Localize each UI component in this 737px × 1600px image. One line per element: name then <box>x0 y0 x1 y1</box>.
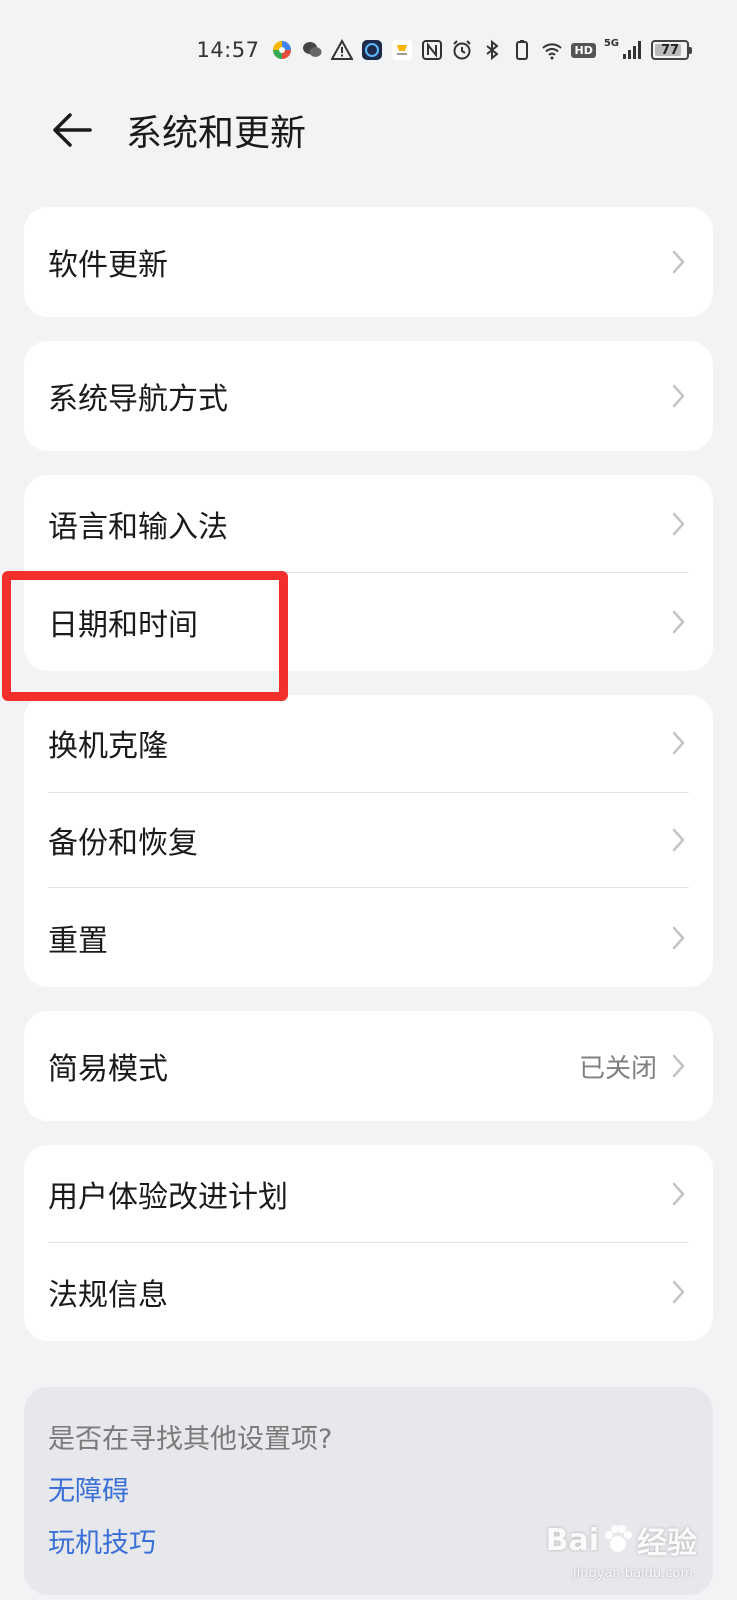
chevron-right-icon <box>669 824 689 856</box>
chevron-right-icon <box>669 246 689 278</box>
suggestion-title: 是否在寻找其他设置项? <box>48 1424 333 1455</box>
back-button[interactable] <box>40 98 104 162</box>
signal-icon <box>621 39 643 61</box>
settings-item-label: 用户体验改进计划 <box>48 1180 288 1215</box>
baidu-watermark: Bai 经验 <box>546 1518 697 1562</box>
watermark-url: jingyan.baidu.com <box>573 1566 693 1581</box>
chevron-right-icon <box>669 606 689 638</box>
card-system-navigation: 系统导航方式 <box>24 341 713 451</box>
settings-item-system-navigation[interactable]: 系统导航方式 <box>24 341 713 451</box>
link-tips[interactable]: 玩机技巧 <box>48 1521 156 1560</box>
alarm-icon <box>451 39 473 61</box>
status-time: 14:57 <box>196 38 260 62</box>
chevron-right-icon <box>669 727 689 759</box>
watermark-brand: Bai <box>545 1522 599 1558</box>
chevron-right-icon <box>669 1276 689 1308</box>
suggestion-panel: 是否在寻找其他设置项? 无障碍 玩机技巧 <box>24 1387 713 1595</box>
page-header: 系统和更新 <box>0 98 737 162</box>
settings-item-label: 法规信息 <box>48 1278 168 1313</box>
card-ux-regulatory: 用户体验改进计划 法规信息 <box>24 1145 713 1341</box>
battery-icon: 77 <box>651 40 692 60</box>
paw-icon <box>605 1525 632 1552</box>
bluetooth-icon <box>481 39 503 61</box>
settings-item-regulatory-info[interactable]: 法规信息 <box>24 1243 713 1341</box>
watermark-suffix: 经验 <box>637 1526 697 1561</box>
warning-icon <box>331 39 354 61</box>
settings-item-language-input[interactable]: 语言和输入法 <box>24 475 713 573</box>
delivery-app-icon <box>391 39 413 61</box>
5g-label: 5G <box>603 37 619 49</box>
color-ball-app-icon <box>271 39 293 61</box>
simple-mode-status: 已关闭 <box>578 1053 657 1084</box>
settings-item-phone-clone[interactable]: 换机克隆 <box>24 695 713 791</box>
nfc-icon <box>421 39 443 61</box>
settings-item-label: 重置 <box>48 923 108 959</box>
status-bar: 14:57 HD 5G 77 <box>0 30 737 70</box>
chevron-right-icon <box>669 380 689 412</box>
settings-item-label: 简易模式 <box>48 1052 168 1087</box>
wechat-icon <box>301 39 323 61</box>
battery-saver-icon <box>511 39 533 61</box>
card-simple-mode: 简易模式 已关闭 <box>24 1011 713 1121</box>
settings-item-label: 换机克隆 <box>48 729 168 764</box>
settings-item-label: 备份和恢复 <box>48 826 198 861</box>
settings-item-backup-restore[interactable]: 备份和恢复 <box>24 793 713 887</box>
app-badge-icon <box>361 39 383 61</box>
settings-item-software-update[interactable]: 软件更新 <box>24 207 713 317</box>
settings-item-label: 语言和输入法 <box>48 510 228 545</box>
chevron-right-icon <box>669 1050 689 1082</box>
card-clone-backup-reset: 换机克隆 备份和恢复 重置 <box>24 695 713 987</box>
arrow-left-icon <box>53 113 92 147</box>
wifi-icon <box>541 39 563 61</box>
settings-item-user-experience[interactable]: 用户体验改进计划 <box>24 1145 713 1243</box>
battery-percent: 77 <box>660 42 680 58</box>
chevron-right-icon <box>669 1178 689 1210</box>
settings-item-label: 软件更新 <box>48 248 168 283</box>
hd-icon: HD <box>571 42 596 58</box>
link-accessibility[interactable]: 无障碍 <box>48 1469 129 1508</box>
page-title: 系统和更新 <box>126 113 307 154</box>
card-software-update: 软件更新 <box>24 207 713 317</box>
settings-item-reset[interactable]: 重置 <box>24 888 713 987</box>
chevron-right-icon <box>669 922 689 954</box>
chevron-right-icon <box>669 508 689 540</box>
highlight-annotation <box>2 571 288 701</box>
settings-item-label: 系统导航方式 <box>48 382 228 417</box>
settings-item-simple-mode[interactable]: 简易模式 已关闭 <box>24 1011 713 1121</box>
